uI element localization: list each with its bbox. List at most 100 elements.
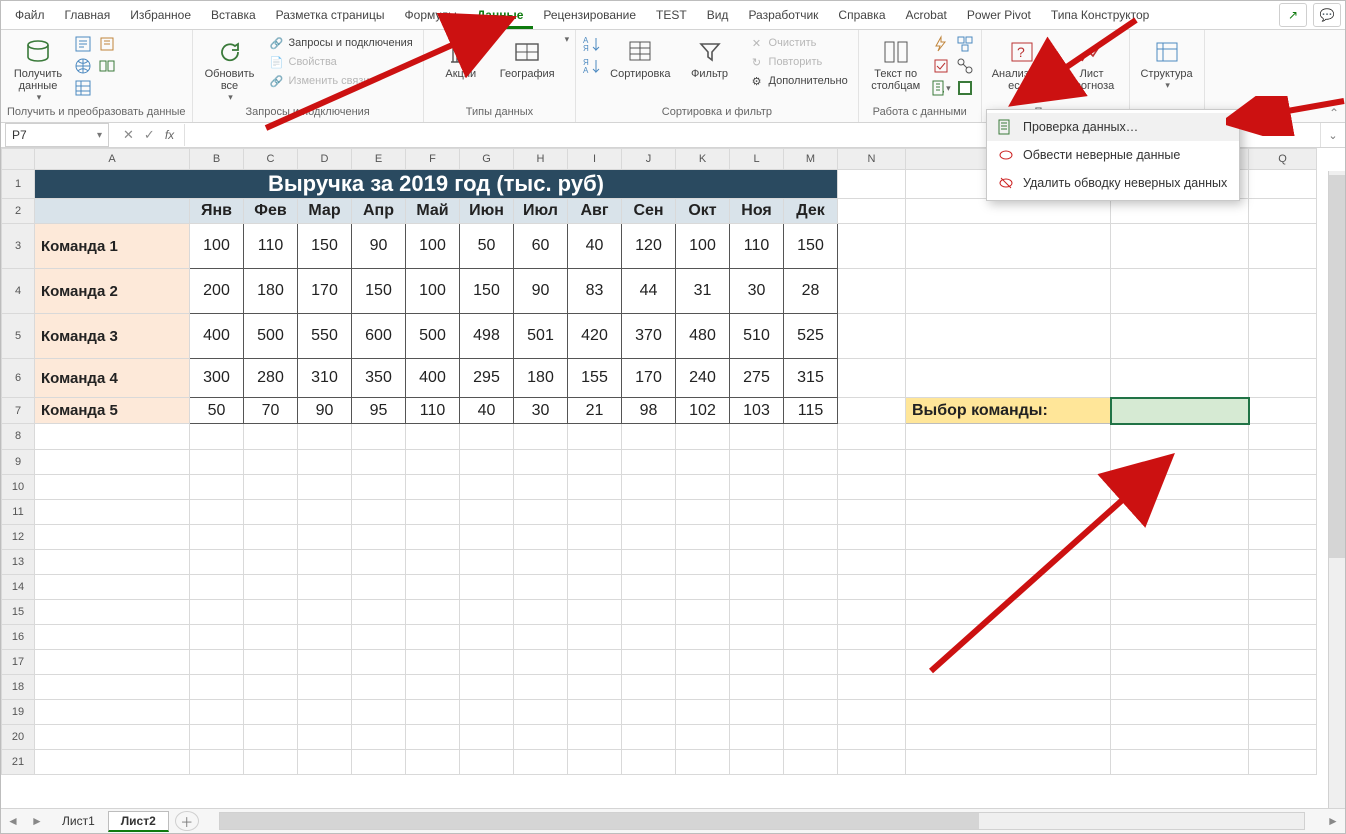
dv-circle-invalid-item[interactable]: Обвести неверные данные: [987, 141, 1239, 169]
cell[interactable]: [906, 359, 1111, 398]
cell[interactable]: [1249, 549, 1317, 574]
row-header-5[interactable]: 5: [2, 314, 35, 359]
data-cell[interactable]: 110: [244, 224, 298, 269]
cell[interactable]: [730, 649, 784, 674]
choose-team-label[interactable]: Выбор команды:: [906, 398, 1111, 424]
cell[interactable]: [568, 749, 622, 774]
cell[interactable]: [244, 624, 298, 649]
cell[interactable]: [35, 449, 190, 474]
cell[interactable]: [298, 724, 352, 749]
from-text-icon[interactable]: [73, 34, 93, 54]
choose-team-cell[interactable]: [1111, 398, 1249, 424]
sort-asc-icon[interactable]: AЯ: [582, 34, 602, 54]
cell[interactable]: [1111, 624, 1249, 649]
cell[interactable]: [244, 699, 298, 724]
data-cell[interactable]: 350: [352, 359, 406, 398]
cell[interactable]: [906, 474, 1111, 499]
data-cell[interactable]: 100: [406, 224, 460, 269]
cell[interactable]: [1111, 549, 1249, 574]
worksheet-grid[interactable]: ABCDEFGHIJKLMNOPQ1Выручка за 2019 год (т…: [1, 148, 1345, 788]
cell[interactable]: [622, 524, 676, 549]
cell[interactable]: [730, 574, 784, 599]
cell[interactable]: [460, 424, 514, 450]
cell[interactable]: [784, 524, 838, 549]
cell[interactable]: [730, 674, 784, 699]
row-header-18[interactable]: 18: [2, 674, 35, 699]
flash-fill-icon[interactable]: [931, 34, 951, 54]
cell[interactable]: [784, 674, 838, 699]
cell[interactable]: [1111, 359, 1249, 398]
cell[interactable]: [784, 649, 838, 674]
consolidate-icon[interactable]: [955, 34, 975, 54]
cell[interactable]: [676, 724, 730, 749]
from-table-icon[interactable]: [73, 78, 93, 98]
cell[interactable]: [568, 499, 622, 524]
cell[interactable]: [906, 699, 1111, 724]
cell[interactable]: [190, 749, 244, 774]
cell[interactable]: [460, 499, 514, 524]
month-header[interactable]: Дек: [784, 199, 838, 224]
cell[interactable]: [568, 699, 622, 724]
cell[interactable]: [906, 224, 1111, 269]
cell[interactable]: [298, 549, 352, 574]
team-label[interactable]: Команда 4: [35, 359, 190, 398]
cell[interactable]: [838, 314, 906, 359]
data-cell[interactable]: 300: [190, 359, 244, 398]
data-cell[interactable]: 30: [514, 398, 568, 424]
cell[interactable]: [906, 424, 1111, 450]
row-header-12[interactable]: 12: [2, 524, 35, 549]
cell[interactable]: [460, 524, 514, 549]
cell[interactable]: [352, 724, 406, 749]
cell[interactable]: [514, 499, 568, 524]
cell[interactable]: [1111, 649, 1249, 674]
row-header-1[interactable]: 1: [2, 170, 35, 199]
cell[interactable]: [622, 724, 676, 749]
outline-button[interactable]: Структура ▾: [1136, 34, 1198, 93]
share-icon[interactable]: ↗: [1279, 3, 1307, 27]
data-cell[interactable]: 115: [784, 398, 838, 424]
cell[interactable]: [298, 599, 352, 624]
scroll-right[interactable]: ►: [1321, 814, 1345, 828]
row-header-14[interactable]: 14: [2, 574, 35, 599]
cell[interactable]: [906, 314, 1111, 359]
cell[interactable]: [838, 224, 906, 269]
tab-данные[interactable]: Данные: [467, 1, 534, 29]
col-header-L[interactable]: L: [730, 149, 784, 170]
row-header-15[interactable]: 15: [2, 599, 35, 624]
data-cell[interactable]: 295: [460, 359, 514, 398]
cell[interactable]: [244, 674, 298, 699]
cell[interactable]: [838, 724, 906, 749]
data-cell[interactable]: 500: [406, 314, 460, 359]
month-header[interactable]: Янв: [190, 199, 244, 224]
cell[interactable]: [838, 549, 906, 574]
data-cell[interactable]: 275: [730, 359, 784, 398]
text-to-columns-button[interactable]: Текст постолбцам: [865, 34, 927, 94]
cell[interactable]: [676, 524, 730, 549]
cell[interactable]: [460, 449, 514, 474]
cell[interactable]: [906, 649, 1111, 674]
cell[interactable]: [568, 724, 622, 749]
sort-button[interactable]: Сортировка: [606, 34, 674, 82]
month-header[interactable]: Фев: [244, 199, 298, 224]
row-header-20[interactable]: 20: [2, 724, 35, 749]
cell[interactable]: [622, 649, 676, 674]
data-cell[interactable]: 170: [622, 359, 676, 398]
cell[interactable]: [906, 749, 1111, 774]
cell[interactable]: [460, 749, 514, 774]
cell[interactable]: [1249, 649, 1317, 674]
data-cell[interactable]: 28: [784, 269, 838, 314]
data-cell[interactable]: 420: [568, 314, 622, 359]
cell[interactable]: [352, 699, 406, 724]
cell[interactable]: [906, 549, 1111, 574]
cell[interactable]: [1111, 524, 1249, 549]
cell[interactable]: [244, 499, 298, 524]
data-cell[interactable]: 170: [298, 269, 352, 314]
col-header-M[interactable]: M: [784, 149, 838, 170]
data-cell[interactable]: 95: [352, 398, 406, 424]
data-cell[interactable]: 150: [352, 269, 406, 314]
data-cell[interactable]: 21: [568, 398, 622, 424]
data-cell[interactable]: 70: [244, 398, 298, 424]
cell[interactable]: [352, 424, 406, 450]
filter-button[interactable]: Фильтр: [679, 34, 741, 82]
data-cell[interactable]: 180: [514, 359, 568, 398]
